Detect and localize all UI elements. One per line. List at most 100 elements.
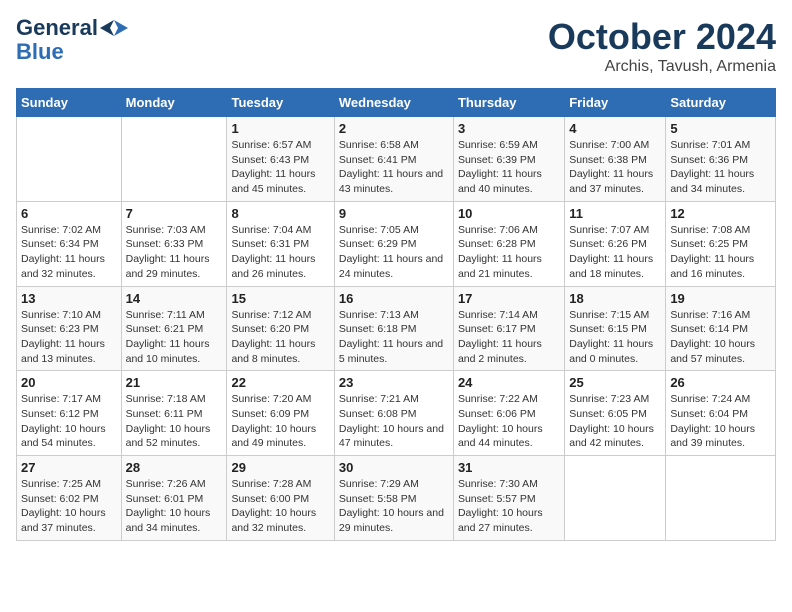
day-cell: 11Sunrise: 7:07 AM Sunset: 6:26 PM Dayli… <box>565 201 666 286</box>
day-detail: Sunrise: 7:04 AM Sunset: 6:31 PM Dayligh… <box>231 223 329 282</box>
day-detail: Sunrise: 7:20 AM Sunset: 6:09 PM Dayligh… <box>231 392 329 451</box>
logo-text: General Blue <box>16 16 128 64</box>
day-detail: Sunrise: 7:16 AM Sunset: 6:14 PM Dayligh… <box>670 308 771 367</box>
day-number: 7 <box>126 206 223 221</box>
day-cell <box>121 117 227 202</box>
day-cell: 27Sunrise: 7:25 AM Sunset: 6:02 PM Dayli… <box>17 456 122 541</box>
day-cell <box>17 117 122 202</box>
weekday-header-saturday: Saturday <box>666 89 776 117</box>
day-number: 13 <box>21 291 117 306</box>
location: Archis, Tavush, Armenia <box>548 58 776 76</box>
day-cell: 10Sunrise: 7:06 AM Sunset: 6:28 PM Dayli… <box>453 201 564 286</box>
day-number: 23 <box>339 375 449 390</box>
day-detail: Sunrise: 7:08 AM Sunset: 6:25 PM Dayligh… <box>670 223 771 282</box>
day-detail: Sunrise: 6:58 AM Sunset: 6:41 PM Dayligh… <box>339 138 449 197</box>
day-cell: 4Sunrise: 7:00 AM Sunset: 6:38 PM Daylig… <box>565 117 666 202</box>
day-cell: 18 Sunrise: 7:15 AM Sunset: 6:15 PM Dayli… <box>565 286 666 371</box>
day-number: 21 <box>126 375 223 390</box>
day-cell: 15 Sunrise: 7:12 AM Sunset: 6:20 PM Dayli… <box>227 286 334 371</box>
day-cell: 20 Sunrise: 7:17 AM Sunset: 6:12 PM Dayli… <box>17 371 122 456</box>
day-cell: 9Sunrise: 7:05 AM Sunset: 6:29 PM Daylig… <box>334 201 453 286</box>
day-cell: 8 Sunrise: 7:04 AM Sunset: 6:31 PM Daylig… <box>227 201 334 286</box>
day-number: 14 <box>126 291 223 306</box>
weekday-header-sunday: Sunday <box>17 89 122 117</box>
weekday-header-wednesday: Wednesday <box>334 89 453 117</box>
day-cell: 31 Sunrise: 7:30 AM Sunset: 5:57 PM Dayli… <box>453 456 564 541</box>
day-detail: Sunrise: 7:12 AM Sunset: 6:20 PM Dayligh… <box>231 308 329 367</box>
day-cell <box>565 456 666 541</box>
day-number: 28 <box>126 460 223 475</box>
weekday-header-friday: Friday <box>565 89 666 117</box>
day-number: 17 <box>458 291 560 306</box>
day-number: 2 <box>339 121 449 136</box>
day-cell: 2 Sunrise: 6:58 AM Sunset: 6:41 PM Daylig… <box>334 117 453 202</box>
logo-blue: Blue <box>16 40 128 64</box>
day-detail: Sunrise: 7:10 AM Sunset: 6:23 PM Dayligh… <box>21 308 117 367</box>
day-detail: Sunrise: 6:59 AM Sunset: 6:39 PM Dayligh… <box>458 138 560 197</box>
weekday-header-row: SundayMondayTuesdayWednesdayThursdayFrid… <box>17 89 776 117</box>
day-detail: Sunrise: 7:18 AM Sunset: 6:11 PM Dayligh… <box>126 392 223 451</box>
day-number: 31 <box>458 460 560 475</box>
day-detail: Sunrise: 7:17 AM Sunset: 6:12 PM Dayligh… <box>21 392 117 451</box>
day-cell: 13 Sunrise: 7:10 AM Sunset: 6:23 PM Dayli… <box>17 286 122 371</box>
day-cell: 23 Sunrise: 7:21 AM Sunset: 6:08 PM Dayli… <box>334 371 453 456</box>
day-number: 25 <box>569 375 661 390</box>
day-number: 26 <box>670 375 771 390</box>
day-number: 16 <box>339 291 449 306</box>
day-number: 18 <box>569 291 661 306</box>
day-number: 3 <box>458 121 560 136</box>
day-detail: Sunrise: 7:25 AM Sunset: 6:02 PM Dayligh… <box>21 477 117 536</box>
day-cell: 26 Sunrise: 7:24 AM Sunset: 6:04 PM Dayli… <box>666 371 776 456</box>
weekday-header-tuesday: Tuesday <box>227 89 334 117</box>
day-detail: Sunrise: 7:03 AM Sunset: 6:33 PM Dayligh… <box>126 223 223 282</box>
day-detail: Sunrise: 7:23 AM Sunset: 6:05 PM Dayligh… <box>569 392 661 451</box>
day-number: 19 <box>670 291 771 306</box>
day-cell: 3 Sunrise: 6:59 AM Sunset: 6:39 PM Daylig… <box>453 117 564 202</box>
day-detail: Sunrise: 7:11 AM Sunset: 6:21 PM Dayligh… <box>126 308 223 367</box>
day-number: 10 <box>458 206 560 221</box>
day-number: 9 <box>339 206 449 221</box>
day-cell: 12Sunrise: 7:08 AM Sunset: 6:25 PM Dayli… <box>666 201 776 286</box>
day-cell: 30 Sunrise: 7:29 AM Sunset: 5:58 PM Dayli… <box>334 456 453 541</box>
day-detail: Sunrise: 7:30 AM Sunset: 5:57 PM Dayligh… <box>458 477 560 536</box>
day-detail: Sunrise: 7:22 AM Sunset: 6:06 PM Dayligh… <box>458 392 560 451</box>
day-cell: 24 Sunrise: 7:22 AM Sunset: 6:06 PM Dayli… <box>453 371 564 456</box>
day-cell: 21 Sunrise: 7:18 AM Sunset: 6:11 PM Dayli… <box>121 371 227 456</box>
day-detail: Sunrise: 7:13 AM Sunset: 6:18 PM Dayligh… <box>339 308 449 367</box>
day-detail: Sunrise: 7:28 AM Sunset: 6:00 PM Dayligh… <box>231 477 329 536</box>
day-number: 6 <box>21 206 117 221</box>
day-number: 8 <box>231 206 329 221</box>
day-detail: Sunrise: 7:29 AM Sunset: 5:58 PM Dayligh… <box>339 477 449 536</box>
day-cell <box>666 456 776 541</box>
page-header: General Blue October 2024 Archis, Tavush… <box>16 16 776 76</box>
day-cell: 28 Sunrise: 7:26 AM Sunset: 6:01 PM Dayli… <box>121 456 227 541</box>
day-detail: Sunrise: 6:57 AM Sunset: 6:43 PM Dayligh… <box>231 138 329 197</box>
calendar-table: SundayMondayTuesdayWednesdayThursdayFrid… <box>16 88 776 541</box>
week-row-2: 6 Sunrise: 7:02 AM Sunset: 6:34 PM Daylig… <box>17 201 776 286</box>
day-cell: 29 Sunrise: 7:28 AM Sunset: 6:00 PM Dayli… <box>227 456 334 541</box>
day-number: 5 <box>670 121 771 136</box>
day-detail: Sunrise: 7:01 AM Sunset: 6:36 PM Dayligh… <box>670 138 771 197</box>
day-cell: 16 Sunrise: 7:13 AM Sunset: 6:18 PM Dayli… <box>334 286 453 371</box>
day-number: 24 <box>458 375 560 390</box>
day-detail: Sunrise: 7:24 AM Sunset: 6:04 PM Dayligh… <box>670 392 771 451</box>
day-cell: 17Sunrise: 7:14 AM Sunset: 6:17 PM Dayli… <box>453 286 564 371</box>
day-cell: 14 Sunrise: 7:11 AM Sunset: 6:21 PM Dayli… <box>121 286 227 371</box>
week-row-5: 27Sunrise: 7:25 AM Sunset: 6:02 PM Dayli… <box>17 456 776 541</box>
day-detail: Sunrise: 7:02 AM Sunset: 6:34 PM Dayligh… <box>21 223 117 282</box>
weekday-header-monday: Monday <box>121 89 227 117</box>
day-detail: Sunrise: 7:21 AM Sunset: 6:08 PM Dayligh… <box>339 392 449 451</box>
day-detail: Sunrise: 7:26 AM Sunset: 6:01 PM Dayligh… <box>126 477 223 536</box>
week-row-4: 20 Sunrise: 7:17 AM Sunset: 6:12 PM Dayli… <box>17 371 776 456</box>
day-cell: 1 Sunrise: 6:57 AM Sunset: 6:43 PM Daylig… <box>227 117 334 202</box>
title-block: October 2024 Archis, Tavush, Armenia <box>548 16 776 76</box>
day-number: 1 <box>231 121 329 136</box>
day-number: 29 <box>231 460 329 475</box>
day-number: 22 <box>231 375 329 390</box>
day-number: 30 <box>339 460 449 475</box>
day-detail: Sunrise: 7:15 AM Sunset: 6:15 PM Dayligh… <box>569 308 661 367</box>
day-number: 15 <box>231 291 329 306</box>
day-number: 20 <box>21 375 117 390</box>
month-title: October 2024 <box>548 16 776 58</box>
day-cell: 19 Sunrise: 7:16 AM Sunset: 6:14 PM Dayli… <box>666 286 776 371</box>
